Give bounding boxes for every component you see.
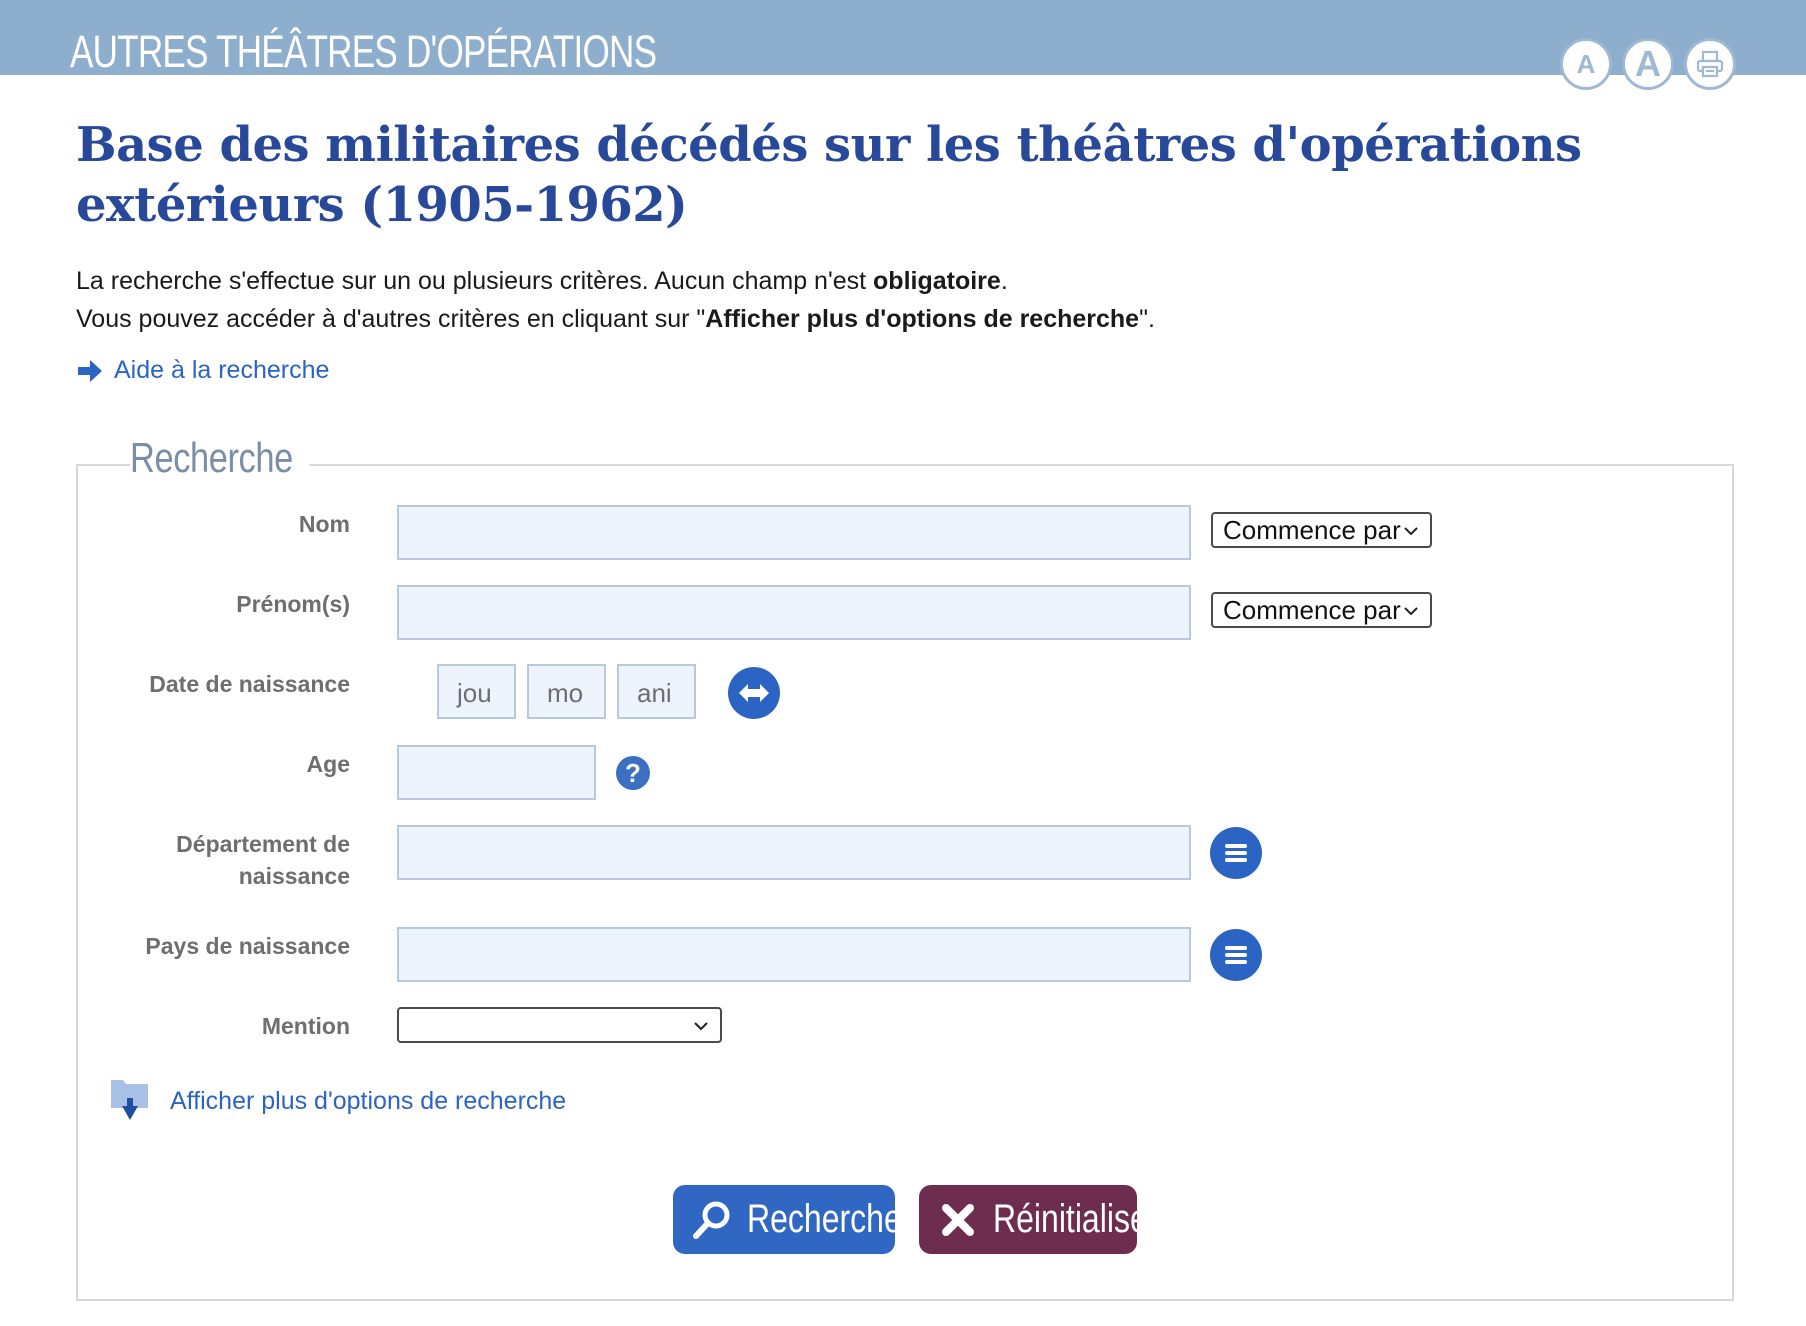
intro-line-1-end: . [1000, 267, 1008, 295]
intro-line-1: La recherche s'effectue sur un ou plusie… [76, 262, 1155, 300]
prenom-match-select[interactable]: Commence par [1211, 592, 1432, 628]
font-small-label: A [1576, 48, 1596, 79]
fieldset-legend: Recherche [130, 434, 310, 482]
folder-down-icon [111, 1080, 148, 1120]
date-year-placeholder: ani [637, 678, 672, 708]
date-range-toggle-button[interactable] [728, 667, 780, 719]
intro-line-2: Vous pouvez accéder à d'autres critères … [76, 300, 1155, 338]
list-icon [1225, 946, 1247, 964]
intro-line-2-bold: Afficher plus d'options de recherche [705, 305, 1140, 333]
help-link[interactable]: Aide à la recherche [76, 356, 329, 385]
departement-label: Département de naissance [50, 828, 350, 892]
print-button[interactable] [1684, 38, 1736, 90]
intro-line-1-text: La recherche s'effectue sur un ou plusie… [76, 267, 874, 295]
nom-label: Nom [298, 511, 350, 537]
intro-text: La recherche s'effectue sur un ou plusie… [76, 262, 1155, 338]
age-input[interactable] [397, 745, 596, 800]
age-label: Age [306, 751, 350, 777]
more-options-label: Afficher plus d'options de recherche [170, 1086, 567, 1115]
font-decrease-button[interactable]: A [1560, 38, 1612, 90]
nom-match-value: Commence par [1223, 514, 1401, 545]
header-bar: AUTRES THÉÂTRES D'OPÉRATIONS [0, 0, 1806, 77]
mention-label: Mention [261, 1013, 350, 1039]
section-title: AUTRES THÉÂTRES D'OPÉRATIONS [70, 26, 657, 77]
pays-input[interactable] [397, 927, 1191, 982]
date-month-placeholder: mo [547, 678, 584, 708]
reset-button[interactable]: Réinitialiser [919, 1185, 1158, 1254]
cross-icon [942, 1203, 974, 1236]
magnifier-icon [693, 1201, 730, 1239]
header-spacer [0, 75, 1806, 105]
intro-line-2-end: ". [1139, 305, 1155, 333]
nom-input[interactable] [397, 505, 1191, 560]
departement-list-button[interactable] [1210, 827, 1262, 879]
date-month-input[interactable]: mo [527, 664, 606, 719]
font-big-label: A [1635, 43, 1661, 84]
date-label: Date de naissance [149, 671, 350, 697]
date-day-placeholder: jou [457, 678, 492, 708]
swap-arrows-icon [739, 684, 769, 702]
date-day-input[interactable]: jou [437, 664, 516, 719]
departement-input[interactable] [397, 825, 1191, 880]
chevron-down-icon [694, 1022, 708, 1031]
font-increase-button[interactable]: A [1622, 38, 1674, 90]
departement-label-line2: naissance [238, 863, 350, 889]
mention-select[interactable] [397, 1007, 722, 1043]
list-icon [1225, 844, 1247, 862]
prenom-input[interactable] [397, 585, 1191, 640]
intro-line-1-bold: obligatoire [873, 267, 1001, 295]
intro-line-2-text: Vous pouvez accéder à d'autres critères … [76, 305, 706, 333]
chevron-down-icon [1404, 527, 1418, 536]
prenom-label: Prénom(s) [236, 591, 350, 617]
arrow-right-icon [78, 359, 102, 382]
nom-match-select[interactable]: Commence par [1211, 512, 1432, 548]
chevron-down-icon [1404, 607, 1418, 616]
departement-label-line1: Département de [176, 831, 350, 857]
page-title: Base des militaires décédés sur les théâ… [76, 117, 1582, 233]
search-button[interactable]: Rechercher [673, 1185, 912, 1254]
pays-label: Pays de naissance [145, 933, 350, 959]
question-icon[interactable]: ? [616, 756, 650, 790]
pays-list-button[interactable] [1210, 929, 1262, 981]
date-year-input[interactable]: ani [617, 664, 696, 719]
help-link-label: Aide à la recherche [114, 356, 330, 384]
reset-button-label: Réinitialiser [993, 1197, 1159, 1241]
more-options-link[interactable]: Afficher plus d'options de recherche [110, 1076, 566, 1126]
prenom-match-value: Commence par [1223, 594, 1401, 625]
search-button-label: Rechercher [747, 1197, 913, 1241]
print-icon [1696, 50, 1724, 78]
